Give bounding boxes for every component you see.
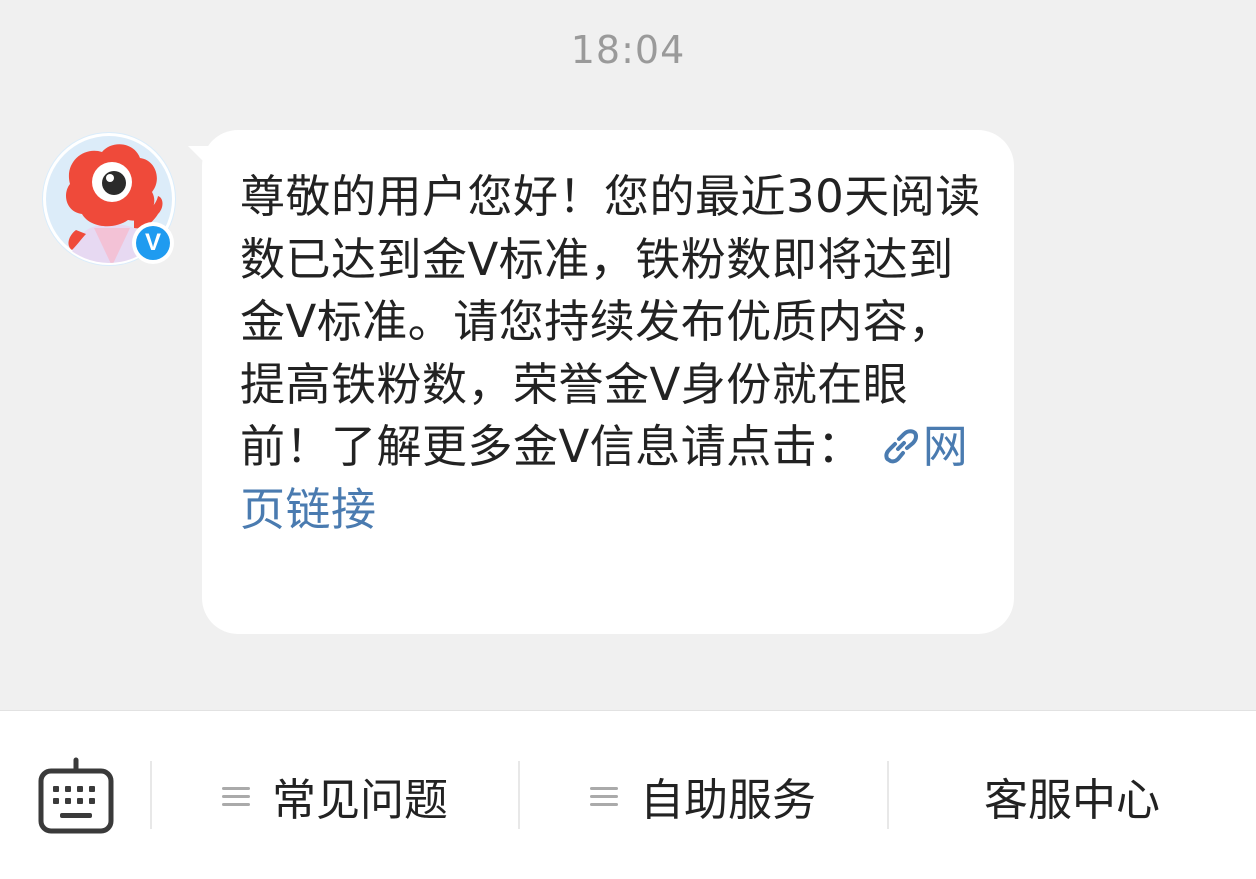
menu-self-service[interactable]: 自助服务 bbox=[520, 751, 886, 841]
verified-badge-label: V bbox=[136, 226, 170, 260]
message-text: 尊敬的用户您好！您的最近30天阅读数已达到金V标准，铁粉数即将达到金V标准。请您… bbox=[240, 166, 984, 541]
link-icon bbox=[884, 429, 918, 464]
verified-icon: V bbox=[132, 222, 174, 264]
menu-customer-service-label: 客服中心 bbox=[984, 775, 1160, 826]
menu-lines-icon bbox=[590, 782, 618, 811]
menu-faq-label: 常见问题 bbox=[272, 775, 448, 826]
keyboard-button[interactable] bbox=[38, 757, 114, 835]
bottom-menu-bar: 常见问题 自助服务 客服中心 bbox=[0, 710, 1256, 879]
keyboard-icon bbox=[38, 757, 114, 834]
chat-area: 18:04 V 尊敬的用户您好！您的最近30天阅读数已达到金V标准，铁粉数即将达… bbox=[0, 0, 1256, 710]
menu-customer-service[interactable]: 客服中心 bbox=[889, 751, 1255, 841]
message-bubble: 尊敬的用户您好！您的最近30天阅读数已达到金V标准，铁粉数即将达到金V标准。请您… bbox=[202, 130, 1014, 634]
menu-self-service-label: 自助服务 bbox=[640, 775, 816, 826]
message-timestamp: 18:04 bbox=[570, 28, 686, 72]
menu-lines-icon bbox=[222, 782, 250, 811]
menu-faq[interactable]: 常见问题 bbox=[152, 751, 518, 841]
